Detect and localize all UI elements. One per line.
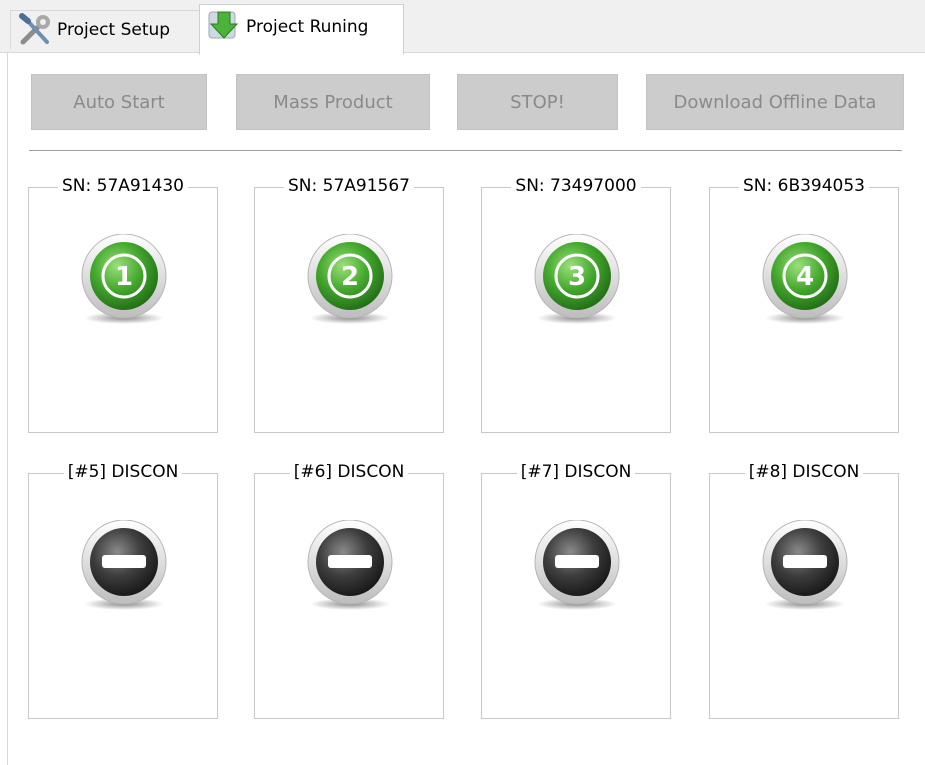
tab-project-setup-label: Project Setup: [57, 20, 171, 40]
slot-5-group: [#5] DISCON: [28, 462, 218, 719]
tab-strip: Project Setup Project Runing: [0, 0, 925, 55]
slot-4-group: SN: 6B394053 4: [709, 176, 899, 433]
slot-6-title: [#6] DISCON: [289, 462, 409, 482]
green-number-icon: 3: [534, 234, 620, 324]
separator-line: [29, 150, 902, 151]
disconnected-minus-icon: [534, 520, 620, 610]
slot-6-group: [#6] DISCON: [254, 462, 444, 719]
tab-project-running-label: Project Runing: [246, 16, 369, 37]
disconnected-minus-icon: [762, 520, 848, 610]
content-border: [7, 52, 8, 765]
slot-1-number: 1: [115, 262, 133, 292]
slot-5-title: [#5] DISCON: [63, 462, 183, 482]
slot-8-group: [#8] DISCON: [709, 462, 899, 719]
slot-2-group: SN: 57A91567 2: [254, 176, 444, 433]
green-number-icon: 4: [762, 234, 848, 324]
slot-2-number: 2: [341, 262, 359, 292]
slot-1-title: SN: 57A91430: [58, 176, 188, 196]
slot-3-number: 3: [568, 262, 586, 292]
slot-2-title: SN: 57A91567: [284, 176, 414, 196]
slot-8-title: [#8] DISCON: [744, 462, 864, 482]
tools-icon: [19, 13, 50, 45]
slot-1-group: SN: 57A91430 1: [28, 176, 218, 433]
green-number-icon: 2: [307, 234, 393, 324]
download-offline-data-button[interactable]: Download Offline Data: [646, 74, 904, 130]
slot-7-group: [#7] DISCON: [481, 462, 671, 719]
mass-product-button[interactable]: Mass Product: [236, 74, 430, 130]
slot-7-title: [#7] DISCON: [516, 462, 636, 482]
tab-project-running[interactable]: Project Runing: [199, 4, 404, 55]
slot-3-group: SN: 73497000 3: [481, 176, 671, 433]
disconnected-minus-icon: [81, 520, 167, 610]
green-arrow-down-icon: [208, 11, 239, 39]
slot-4-title: SN: 6B394053: [738, 176, 869, 196]
green-number-icon: 1: [81, 234, 167, 324]
stop-button[interactable]: STOP!: [457, 74, 618, 130]
tab-project-setup[interactable]: Project Setup: [10, 10, 200, 49]
disconnected-minus-icon: [307, 520, 393, 610]
auto-start-button[interactable]: Auto Start: [31, 74, 207, 130]
slot-3-title: SN: 73497000: [511, 176, 641, 196]
slot-4-number: 4: [796, 262, 814, 292]
